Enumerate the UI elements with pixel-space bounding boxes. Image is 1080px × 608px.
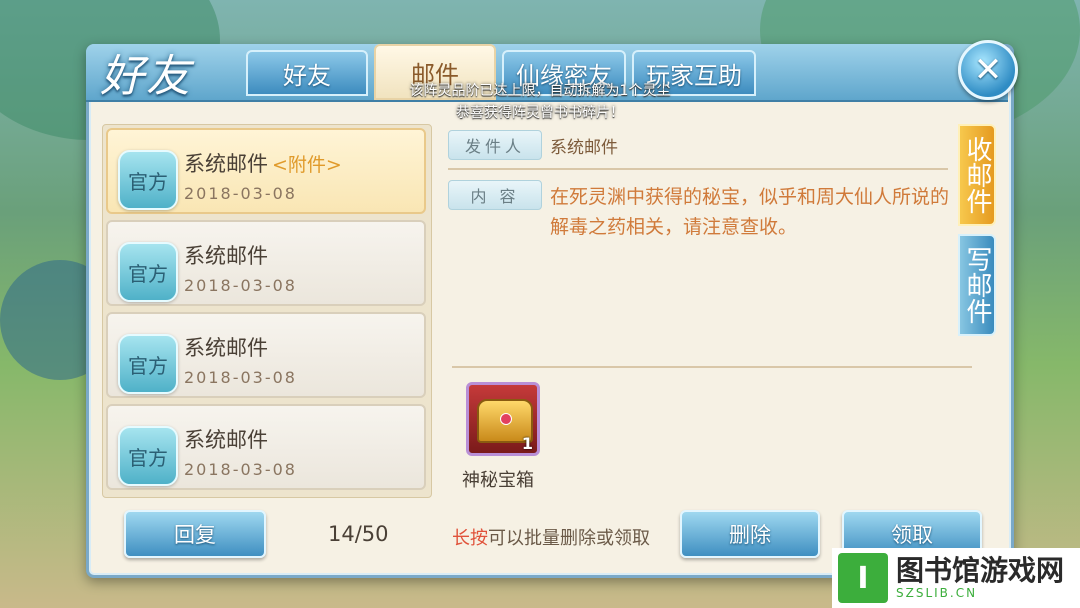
watermark-title: 图书馆游戏网	[896, 554, 1065, 587]
official-badge: 官方	[118, 242, 178, 302]
system-notice: 恭喜获得阵灵曾书书碎片！	[456, 105, 624, 121]
mail-date: 2018-03-08	[184, 368, 297, 387]
mail-title: 系统邮件	[184, 428, 268, 452]
delete-button[interactable]: 删除	[680, 510, 820, 558]
attachment-tag: <附件>	[272, 154, 342, 176]
item-name: 神秘宝箱	[462, 470, 534, 491]
tab-inbox[interactable]: 收邮件	[958, 124, 996, 226]
close-button[interactable]: ✕	[958, 40, 1018, 100]
content-label: 内 容	[448, 180, 542, 210]
sender-label: 发件人	[448, 130, 542, 160]
official-badge: 官方	[118, 334, 178, 394]
hint-text: 长按可以批量删除或领取	[452, 524, 650, 550]
attachment-item-slot[interactable]: 1	[466, 382, 540, 456]
official-badge: 官方	[118, 426, 178, 486]
mail-date: 2018-03-08	[184, 460, 297, 479]
watermark-subtitle: SZSLIB.CN	[896, 586, 978, 600]
system-notice: 该阵灵品阶已达上限，自动拆解为1个灵尘	[409, 83, 671, 99]
mail-list-item[interactable]: 官方 系统邮件 <附件> 2018-03-08	[106, 128, 426, 214]
sender-value: 系统邮件	[550, 138, 618, 158]
window-logo: 好友	[100, 51, 192, 102]
official-badge: 官方	[118, 150, 178, 210]
mail-date: 2018-03-08	[184, 276, 297, 295]
close-icon: ✕	[973, 50, 1003, 90]
mail-date: 2018-03-08	[184, 184, 297, 203]
watermark-logo: I	[838, 553, 888, 603]
tab-compose[interactable]: 写邮件	[958, 234, 996, 336]
mail-title: 系统邮件	[184, 244, 268, 268]
mail-list-item[interactable]: 官方 系统邮件 2018-03-08	[106, 404, 426, 490]
tab-inbox-label: 收邮件	[962, 136, 992, 214]
site-watermark: I 图书馆游戏网 SZSLIB.CN	[832, 548, 1080, 608]
item-count: 1	[521, 434, 533, 453]
divider	[452, 366, 972, 368]
mail-list-item[interactable]: 官方 系统邮件 2018-03-08	[106, 220, 426, 306]
tab-compose-label: 写邮件	[962, 246, 992, 324]
hint-rest: 可以批量删除或领取	[488, 528, 650, 549]
mail-title: 系统邮件	[184, 336, 268, 360]
mail-count: 14/50	[328, 522, 389, 546]
divider	[448, 168, 948, 170]
mail-title: 系统邮件	[184, 152, 268, 176]
hint-emphasis: 长按	[452, 528, 488, 549]
reply-button[interactable]: 回复	[124, 510, 266, 558]
mail-content: 在死灵渊中获得的秘宝，似乎和周大仙人所说的解毒之药相关，请注意查收。	[550, 186, 950, 238]
mail-list-item[interactable]: 官方 系统邮件 2018-03-08	[106, 312, 426, 398]
